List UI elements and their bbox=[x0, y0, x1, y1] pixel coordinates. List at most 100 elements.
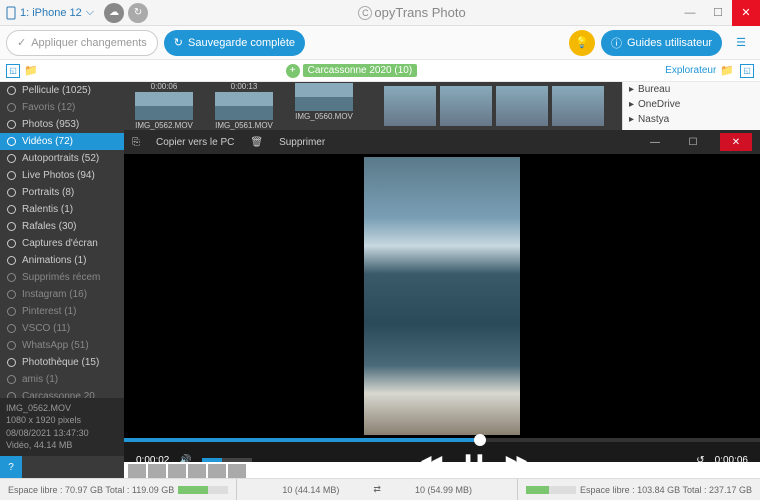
sidebar: Pellicule (1025) Favoris (12) Photos (953)… bbox=[0, 82, 124, 478]
refresh-icon: ↻ bbox=[174, 36, 183, 49]
maximize-button[interactable]: ☐ bbox=[704, 0, 732, 26]
delete-button[interactable]: Supprimer bbox=[279, 137, 325, 148]
folder-icon: ▸ bbox=[629, 84, 634, 95]
tree-item[interactable]: ▸Nastya bbox=[623, 112, 760, 127]
sidebar-item[interactable]: Photothèque (15) bbox=[0, 354, 124, 371]
logo-icon: C bbox=[358, 6, 372, 20]
sidebar-item[interactable]: Portraits (8) bbox=[0, 184, 124, 201]
player-minimize[interactable]: — bbox=[644, 137, 666, 148]
app-icon bbox=[6, 306, 17, 317]
subbar: ◱ 📁 + Carcassonne 2020 (10) Explorateur … bbox=[0, 60, 760, 82]
status-right: Espace libre : 103.84 GB Total : 237.17 … bbox=[518, 479, 760, 500]
sidebar-item-label: Photothèque (15) bbox=[22, 357, 99, 368]
cloud-button[interactable]: ☁ bbox=[104, 3, 124, 23]
titlebar: 1: iPhone 12 ⌵ ☁ ↻ C opyTrans Photo — ☐ … bbox=[0, 0, 760, 26]
sidebar-item[interactable]: Ralentis (1) bbox=[0, 201, 124, 218]
portrait-icon bbox=[6, 187, 17, 198]
sidebar-item-label: Ralentis (1) bbox=[22, 204, 73, 215]
lib-icon bbox=[6, 357, 17, 368]
app-icon bbox=[6, 323, 17, 334]
progress-bar[interactable] bbox=[124, 438, 760, 442]
sidebar-item[interactable]: Autoportraits (52) bbox=[0, 150, 124, 167]
burst-icon bbox=[6, 221, 17, 232]
sidebar-item-label: Live Photos (94) bbox=[22, 170, 95, 181]
thumb[interactable] bbox=[208, 464, 226, 478]
bulb-button[interactable]: 💡 bbox=[569, 30, 595, 56]
folder-icon: ▸ bbox=[629, 99, 634, 110]
device-name: 1: iPhone 12 bbox=[20, 7, 82, 19]
sidebar-item[interactable]: Favoris (12) bbox=[0, 99, 124, 116]
copy-icon: ⎘ bbox=[132, 137, 140, 148]
phone-icon bbox=[6, 6, 16, 20]
sidebar-item-label: Rafales (30) bbox=[22, 221, 76, 232]
sidebar-item[interactable]: Supprimés récem bbox=[0, 269, 124, 286]
sidebar-item-label: Photos (953) bbox=[22, 119, 79, 130]
status-left: Espace libre : 70.97 GB Total : 119.09 G… bbox=[0, 479, 237, 500]
sidebar-item-label: WhatsApp (51) bbox=[22, 340, 89, 351]
guides-button[interactable]: ⓘ Guides utilisateur bbox=[601, 30, 722, 56]
help-button[interactable]: ? bbox=[0, 456, 22, 478]
toolbar: ✓ Appliquer changements ↻ Sauvegarde com… bbox=[0, 26, 760, 60]
anim-icon bbox=[6, 255, 17, 266]
sidebar-item-label: amis (1) bbox=[22, 374, 58, 385]
device-selector[interactable]: 1: iPhone 12 ⌵ bbox=[0, 0, 100, 26]
album-thumb[interactable] bbox=[496, 86, 548, 126]
sidebar-item-label: VSCO (11) bbox=[22, 323, 70, 334]
album-thumb[interactable] bbox=[552, 86, 604, 126]
sidebar-item[interactable]: Captures d'écran bbox=[0, 235, 124, 252]
sidebar-item-label: Pellicule (1025) bbox=[22, 85, 91, 96]
sidebar-item-label: Captures d'écran bbox=[22, 238, 98, 249]
select-all-left[interactable]: ◱ bbox=[6, 64, 20, 78]
sidebar-item[interactable]: WhatsApp (51) bbox=[0, 337, 124, 354]
tree-item[interactable]: ▸Bureau bbox=[623, 82, 760, 97]
video-thumb[interactable]: IMG_0560.MOV bbox=[284, 82, 364, 132]
copy-to-pc-button[interactable]: Copier vers le PC bbox=[156, 137, 234, 148]
screen-icon bbox=[6, 238, 17, 249]
video-thumb[interactable]: 0:00:13IMG_0561.MOV bbox=[204, 82, 284, 132]
status-bar: Espace libre : 70.97 GB Total : 119.09 G… bbox=[0, 478, 760, 500]
sidebar-item[interactable]: Animations (1) bbox=[0, 252, 124, 269]
album-thumb[interactable] bbox=[440, 86, 492, 126]
photo-icon bbox=[6, 119, 17, 130]
chevron-down-icon: ⌵ bbox=[86, 6, 94, 19]
album-thumb[interactable] bbox=[384, 86, 436, 126]
apply-changes-button[interactable]: ✓ Appliquer changements bbox=[6, 30, 158, 56]
close-button[interactable]: ✕ bbox=[732, 0, 760, 26]
heart-icon bbox=[6, 102, 17, 113]
sidebar-item[interactable]: Photos (953) bbox=[0, 116, 124, 133]
sidebar-item[interactable]: Live Photos (94) bbox=[0, 167, 124, 184]
thumb[interactable] bbox=[148, 464, 166, 478]
sidebar-item[interactable]: Pinterest (1) bbox=[0, 303, 124, 320]
sidebar-item[interactable]: amis (1) bbox=[0, 371, 124, 388]
player-close[interactable]: ✕ bbox=[720, 133, 752, 151]
sidebar-item-label: Portraits (8) bbox=[22, 187, 74, 198]
menu-button[interactable]: ☰ bbox=[728, 30, 754, 56]
bulb-icon: 💡 bbox=[575, 36, 589, 49]
refresh-button[interactable]: ↻ bbox=[128, 3, 148, 23]
album-strip bbox=[380, 82, 622, 132]
album-tag[interactable]: Carcassonne 2020 (10) bbox=[303, 64, 418, 77]
thumb[interactable] bbox=[228, 464, 246, 478]
thumb[interactable] bbox=[168, 464, 186, 478]
tree-item[interactable]: ▸OneDrive bbox=[623, 97, 760, 112]
sidebar-item[interactable]: Instagram (16) bbox=[0, 286, 124, 303]
video-icon bbox=[6, 136, 17, 147]
album-icon bbox=[6, 374, 17, 385]
player-maximize[interactable]: ☐ bbox=[682, 137, 704, 148]
backup-button[interactable]: ↻ Sauvegarde complète bbox=[164, 30, 305, 56]
select-all-right[interactable]: ◱ bbox=[740, 64, 754, 78]
video-frame[interactable] bbox=[124, 154, 760, 438]
thumb[interactable] bbox=[188, 464, 206, 478]
video-thumb[interactable]: 0:00:06IMG_0562.MOV bbox=[124, 82, 204, 132]
folder-icon: ▸ bbox=[629, 114, 634, 125]
sidebar-item[interactable]: VSCO (11) bbox=[0, 320, 124, 337]
minimize-button[interactable]: — bbox=[676, 0, 704, 26]
sidebar-item[interactable]: Rafales (30) bbox=[0, 218, 124, 235]
slow-icon bbox=[6, 204, 17, 215]
sidebar-item[interactable]: Vidéos (72) bbox=[0, 133, 124, 150]
sidebar-item[interactable]: Pellicule (1025) bbox=[0, 82, 124, 99]
thumb[interactable] bbox=[128, 464, 146, 478]
video-player: ⎘ Copier vers le PC 🗑 Supprimer — ☐ ✕ 0:… bbox=[124, 130, 760, 478]
add-album-button[interactable]: + bbox=[286, 64, 300, 78]
live-icon bbox=[6, 170, 17, 181]
